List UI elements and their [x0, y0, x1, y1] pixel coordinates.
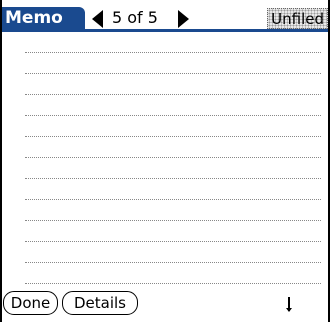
memo-line	[25, 115, 321, 116]
memo-line	[25, 199, 321, 200]
app-title[interactable]: Memo	[2, 7, 85, 29]
button-bar: Done Details	[2, 291, 328, 317]
memo-line	[25, 220, 321, 221]
memo-screen: Memo 5 of 5 Unfiled Done Details	[0, 0, 330, 322]
details-button[interactable]: Details	[62, 291, 138, 315]
memo-line	[25, 136, 321, 137]
next-record-arrow-icon[interactable]	[178, 10, 189, 28]
memo-line	[25, 262, 321, 263]
memo-line	[25, 52, 321, 53]
memo-line	[25, 283, 321, 284]
record-position: 5 of 5	[112, 8, 158, 27]
done-button[interactable]: Done	[3, 291, 58, 315]
memo-line	[25, 241, 321, 242]
text-insertion-cursor-icon	[286, 297, 292, 312]
previous-record-arrow-icon[interactable]	[92, 10, 103, 28]
memo-line	[25, 94, 321, 95]
memo-text-area[interactable]	[2, 32, 328, 284]
category-picker[interactable]: Unfiled	[267, 8, 328, 29]
memo-line	[25, 73, 321, 74]
memo-line	[25, 157, 321, 158]
title-bar: Memo 5 of 5 Unfiled	[2, 0, 328, 31]
memo-line	[25, 178, 321, 179]
